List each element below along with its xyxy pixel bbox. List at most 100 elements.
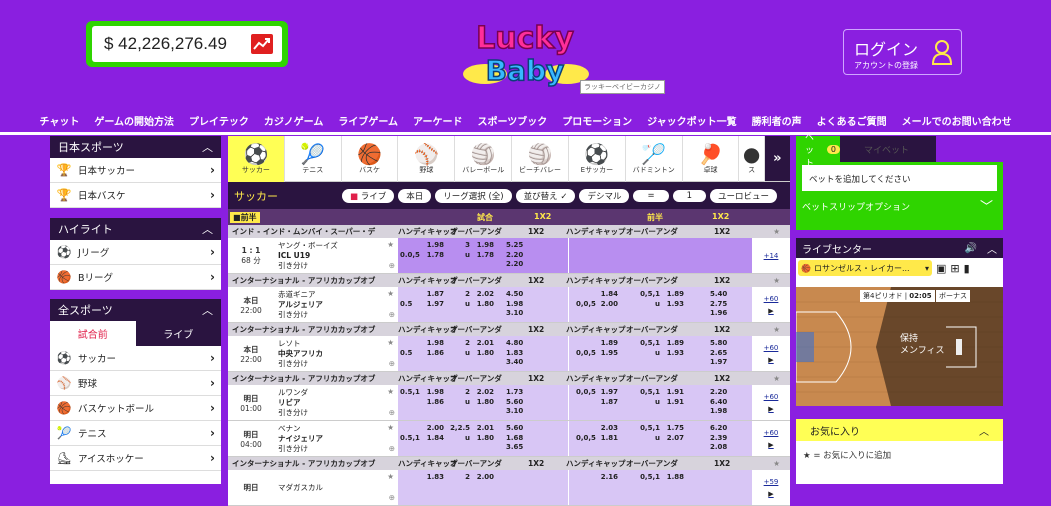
sidebar-item[interactable]: ⚽ サッカー › <box>50 346 221 371</box>
star-icon[interactable]: ★ <box>773 227 780 236</box>
star-icon[interactable]: ★ <box>773 374 780 383</box>
odds-format-select[interactable]: デシマル <box>579 188 630 203</box>
odds-cell[interactable]: 1.89 1.93 <box>662 290 684 309</box>
star-icon[interactable]: ★ <box>387 338 394 348</box>
odds-cell[interactable]: 0.0,5 <box>400 241 420 260</box>
odds-cell[interactable]: 1.98 1.78 <box>470 241 494 260</box>
japan-sports-header[interactable]: 日本スポーツ ︿ <box>50 136 221 158</box>
nav-item[interactable]: プロモーション <box>555 113 640 128</box>
live-filter[interactable]: ■ ライブ <box>342 188 395 203</box>
odds-cell[interactable]: 5.25 2.20 2.20 <box>506 241 530 270</box>
sidebar-item[interactable]: 🏆 日本バスケ › <box>50 183 221 208</box>
view-select[interactable]: ユーロビュー <box>710 188 778 203</box>
nav-item[interactable]: ライブゲーム <box>331 113 406 128</box>
more-markets[interactable]: +60 ▶ <box>752 385 790 420</box>
odds-cell[interactable]: 4.80 1.83 3.40 <box>506 339 530 368</box>
league-header[interactable]: インド - インド・ムンバイ・スーパー・デ ハンディキャップ オーバーアンダ 1X2 ハ… <box>228 225 790 238</box>
star-icon[interactable]: ★ <box>387 289 394 299</box>
sidebar-item[interactable]: ⚾ 野球 › <box>50 371 221 396</box>
tab-sport[interactable]: 🏐 バレーボール <box>455 136 513 182</box>
equals-select[interactable]: = <box>633 189 669 202</box>
odds-cell[interactable] <box>710 241 732 270</box>
nav-item[interactable]: ジャックポット一覧 <box>640 113 745 128</box>
league-header[interactable]: インターナショナル - アフリカカップオブ ハンディキャップ オーバーアンダ 1X2 ハ… <box>228 274 790 287</box>
odds-cell[interactable]: 1.91 1.91 <box>662 388 684 407</box>
event-row[interactable]: 明日 マダガスカル ★ ⊕ 1.83 2 2.00 2.16 0,5,1 1.88 +59 ▶ <box>228 470 790 506</box>
sidebar-item[interactable]: 🏀 バスケットボール › <box>50 396 221 421</box>
odds-cell[interactable]: 2,2.5 u <box>450 424 470 443</box>
odds-cell[interactable]: 1.89 1.95 <box>598 339 618 358</box>
odds-cell[interactable]: 1.89 1.93 <box>662 339 684 358</box>
odds-cell[interactable]: 2.00 1.84 <box>422 424 444 443</box>
more-tabs-icon[interactable]: » <box>764 136 790 181</box>
tab-sport[interactable]: ⚽ Eサッカー <box>569 136 626 182</box>
odds-cell[interactable] <box>576 241 596 260</box>
nav-item[interactable]: チャット <box>32 113 87 128</box>
tab-live[interactable]: ライブ <box>135 321 221 346</box>
odds-cell[interactable]: 3u <box>450 241 470 260</box>
add-icon[interactable]: ⊕ <box>389 444 395 454</box>
sidebar-item[interactable]: 🏆 日本サッカー › <box>50 158 221 183</box>
favorites-header[interactable]: お気に入り ︿ <box>796 419 1003 441</box>
nav-item[interactable]: カジノゲーム <box>256 113 331 128</box>
add-icon[interactable]: ⊕ <box>389 359 395 369</box>
odds-cell[interactable]: 2u <box>450 290 470 309</box>
tv-icon[interactable]: ▶ <box>768 356 773 364</box>
login-button[interactable]: ログイン アカウントの登録 <box>843 29 962 75</box>
odds-cell[interactable] <box>662 241 684 260</box>
odds-cell[interactable]: 0.5 <box>400 290 420 309</box>
event-row[interactable]: 明日 01:00 ルワンダ リビア 引き分け ★ ⊕ 0.5,1 1.98 1.86 2 u 2.02 1… <box>228 385 790 421</box>
odds-cell[interactable]: 2.01 1.80 <box>470 339 494 358</box>
league-header[interactable]: インターナショナル - アフリカカップオブ ハンディキャップ オーバーアンダ 1X2 ハ… <box>228 372 790 385</box>
more-markets[interactable]: +60 ▶ <box>752 421 790 456</box>
betslip-options[interactable]: ベットスリップオプション <box>802 200 910 213</box>
balance-box[interactable]: $ 42,226,276.49 <box>86 21 288 67</box>
odds-cell[interactable]: 2.01 1.80 <box>470 424 494 443</box>
more-markets[interactable]: +14 <box>752 238 790 273</box>
sidebar-item[interactable]: 🏀 Bリーグ › <box>50 265 221 290</box>
odds-cell[interactable]: 1.98 1.86 <box>422 339 444 358</box>
star-icon[interactable]: ★ <box>387 423 394 433</box>
odds-cell[interactable]: 0.5,1 <box>400 388 420 407</box>
tab-sport[interactable]: 🏸 バドミントン <box>626 136 683 182</box>
add-icon[interactable]: ⊕ <box>389 261 395 271</box>
speaker-icon[interactable]: 🔊 <box>965 243 977 254</box>
nav-item[interactable]: よくあるご質問 <box>809 113 894 128</box>
league-header[interactable]: インターナショナル - アフリカカップオブ ハンディキャップ オーバーアンダ 1X2 ハ… <box>228 457 790 470</box>
odds-cell[interactable]: 1.75 2.07 <box>662 424 684 443</box>
star-icon[interactable]: ★ <box>773 325 780 334</box>
sidebar-item[interactable]: 🎾 テニス › <box>50 421 221 446</box>
more-markets[interactable]: +60 ▶ <box>752 287 790 322</box>
odds-cell[interactable]: 0,5,1 u <box>634 339 660 358</box>
odds-cell[interactable]: 0,0,5 <box>576 424 596 443</box>
logo[interactable]: Lucky Baby <box>455 14 595 92</box>
nav-item[interactable]: スポーツブック <box>470 113 555 128</box>
odds-cell[interactable]: 0,5,1 u <box>634 290 660 309</box>
tab-sport[interactable]: ⚾ 野球 <box>398 136 456 182</box>
sidebar-item[interactable]: ⛸ アイスホッケー › <box>50 446 221 471</box>
odds-cell[interactable]: 0.5,1 <box>400 424 420 443</box>
odds-cell[interactable]: 5.60 1.68 3.65 <box>506 424 530 453</box>
odds-cell[interactable]: 1.87 1.97 <box>422 290 444 309</box>
chevron-down-icon[interactable]: ﹀ <box>980 196 993 215</box>
odds-cell[interactable]: 4.50 1.98 3.10 <box>506 290 530 319</box>
chart-icon[interactable] <box>251 34 273 54</box>
tv-icon[interactable]: ▣ <box>936 262 946 275</box>
odds-cell[interactable]: 2 <box>450 473 470 492</box>
odds-cell[interactable]: 2.03 1.81 <box>598 424 618 443</box>
odds-cell[interactable] <box>506 473 530 492</box>
add-icon[interactable]: ⊕ <box>389 310 395 320</box>
odds-cell[interactable]: 2u <box>450 339 470 358</box>
tab-mybet[interactable]: マイベット <box>840 136 936 162</box>
tab-sport[interactable]: 🏓 卓球 <box>683 136 740 182</box>
sort-select[interactable]: 並び替え ✓ <box>515 188 576 203</box>
odds-cell[interactable]: 0,5,1 u <box>634 424 660 443</box>
star-icon[interactable]: ★ <box>773 276 780 285</box>
sidebar-item[interactable]: ⚽ Jリーグ › <box>50 240 221 265</box>
tab-sport[interactable]: 🏐 ビーチバレー <box>512 136 569 182</box>
field-icon[interactable]: ⊞ <box>950 262 959 275</box>
star-icon[interactable]: ★ <box>387 387 394 397</box>
event-row[interactable]: 本日 22:00 赤道ギニア アルジェリア 引き分け ★ ⊕ 0.5 1.87 1.97 2 u 2.0… <box>228 287 790 323</box>
odds-cell[interactable] <box>576 473 596 492</box>
event-row[interactable]: 本日 22:00 レソト 中央アフリカ 引き分け ★ ⊕ 0.5 1.98 1.86 2 u 2.01 1… <box>228 336 790 372</box>
